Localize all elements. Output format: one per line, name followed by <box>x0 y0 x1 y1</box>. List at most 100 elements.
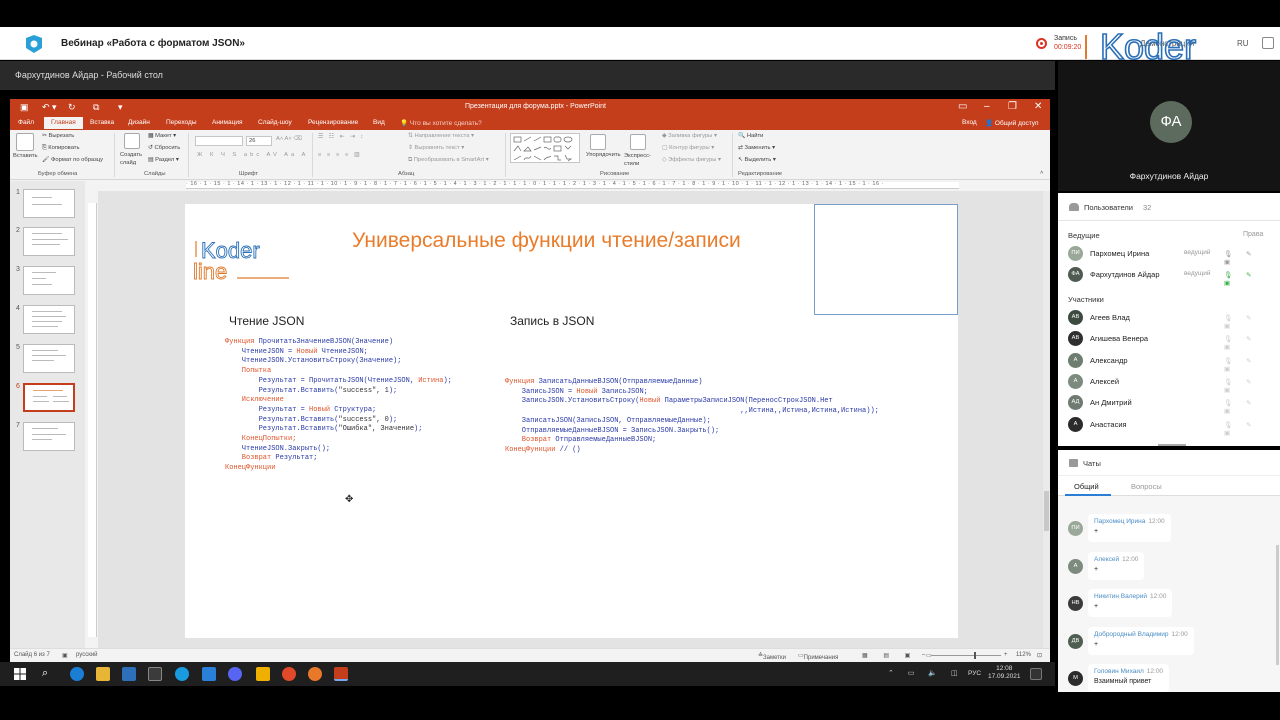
new-slide-icon[interactable] <box>124 133 140 149</box>
zoom-level[interactable]: 112% <box>1016 652 1031 658</box>
host-item[interactable]: ФА Фархутдинов Айдар ведущий 🎙 ✎ ▣ <box>1068 266 1273 287</box>
shape-effects-button[interactable]: ◇ Эффекты фигуры ▾ <box>662 157 721 163</box>
edge-icon[interactable] <box>70 667 84 681</box>
user-permission-icons[interactable]: 🎙 ✎ ▣ <box>1224 357 1273 373</box>
tab-design[interactable]: Дизайн <box>128 119 150 126</box>
user-permission-icons[interactable]: 🎙 ✎ ▣ <box>1224 421 1273 437</box>
slide-thumbnail-2[interactable] <box>23 227 75 256</box>
zoom-slider[interactable] <box>931 655 1001 656</box>
app-icon-3[interactable] <box>202 667 216 681</box>
notes-button[interactable]: ≙ Заметки <box>758 652 786 661</box>
keyboard-language[interactable]: РУС <box>968 670 981 677</box>
chat-tab-general[interactable]: Общий <box>1074 482 1099 491</box>
find-button[interactable]: 🔍 Найти <box>738 133 763 139</box>
new-slide-button[interactable]: Создать слайд <box>120 151 146 167</box>
shape-outline-button[interactable]: ▢ Контур фигуры ▾ <box>662 145 714 151</box>
tab-slideshow[interactable]: Слайд-шоу <box>258 119 292 126</box>
chat-message[interactable]: ПИ Пархомец Ирина 12:00 + <box>1066 514 1171 544</box>
font-family-combo[interactable] <box>195 136 243 146</box>
tab-transitions[interactable]: Переходы <box>166 119 197 126</box>
tab-review[interactable]: Рецензирование <box>308 119 358 126</box>
message-author[interactable]: Алексей <box>1094 556 1119 563</box>
section-button[interactable]: ▤ Раздел ▾ <box>148 157 179 163</box>
comments-button[interactable]: ▭ Примечания <box>798 652 838 661</box>
tab-animations[interactable]: Анимация <box>212 119 243 126</box>
tab-home[interactable]: Главная <box>44 117 83 129</box>
maximize-icon[interactable]: ❐ <box>1008 101 1017 112</box>
participant-item[interactable]: А Александр 🎙 ✎ ▣ <box>1068 352 1273 373</box>
notifications-icon[interactable] <box>1030 668 1042 680</box>
cut-button[interactable]: ✂ Вырезать <box>42 133 74 139</box>
save-icon[interactable]: ▣ <box>20 102 29 113</box>
font-size-up-icon[interactable]: A˄ A˅ ⌫ <box>276 136 302 142</box>
align-text-button[interactable]: ⇕ Выровнять текст ▾ <box>408 145 464 151</box>
slide-scrollbar[interactable] <box>1043 191 1050 648</box>
convert-smartart-button[interactable]: ⧉ Преобразовать в SmartArt ▾ <box>408 157 489 164</box>
app-icon-4[interactable] <box>308 667 322 681</box>
powerpoint-icon[interactable] <box>334 667 348 681</box>
app-icon-1[interactable] <box>122 667 136 681</box>
quick-styles-button[interactable]: Экспресс-стили <box>624 152 656 168</box>
spellcheck-icon[interactable]: ▣ <box>62 652 68 659</box>
user-permission-icons[interactable]: 🎙 ✎ ▣ <box>1224 399 1273 415</box>
search-icon[interactable]: ⌕ <box>42 667 56 681</box>
tell-me-input[interactable]: 💡 Что вы хотите сделать? <box>400 119 482 127</box>
chrome-icon[interactable] <box>282 667 296 681</box>
1c-icon[interactable] <box>256 667 270 681</box>
participant-item[interactable]: А Анастасия 🎙 ✎ ▣ <box>1068 416 1273 437</box>
discord-icon[interactable] <box>228 667 242 681</box>
windows-start-icon[interactable] <box>14 668 26 680</box>
chat-message[interactable]: НВ Никитин Валерий 12:00 + <box>1066 589 1173 619</box>
close-icon[interactable]: ✕ <box>1034 101 1042 112</box>
tab-insert[interactable]: Вставка <box>90 119 114 126</box>
scrollbar-thumb[interactable] <box>1044 491 1049 531</box>
chat-message[interactable]: ДВ Доброродный Владимир 12:00 + <box>1066 626 1194 657</box>
slide-thumbnail-5[interactable] <box>23 344 75 373</box>
start-slideshow-icon[interactable]: ⧉ <box>93 102 99 113</box>
message-author[interactable]: Никитин Валерий <box>1094 593 1147 600</box>
host-item[interactable]: ПИ Пархомец Ирина ведущий 🎙 ✎ ▣ <box>1068 245 1273 266</box>
collapse-ribbon-icon[interactable]: ˄ <box>1040 170 1043 176</box>
user-permission-icons[interactable]: 🎙 ✎ ▣ <box>1224 378 1273 394</box>
share-button[interactable]: 👤 Общий доступ <box>985 119 1039 127</box>
slide-thumbnail-7[interactable] <box>23 422 75 451</box>
participant-item[interactable]: АВ Агеев Влад 🎙 ✎ ▣ <box>1068 309 1273 330</box>
arrange-button[interactable]: Упорядочить <box>586 152 621 158</box>
exit-icon[interactable] <box>1262 37 1274 49</box>
user-permission-icons[interactable]: 🎙 ✎ ▣ <box>1224 335 1273 351</box>
slide-thumbnail-1[interactable] <box>23 189 75 218</box>
replace-button[interactable]: ⇄ Заменить ▾ <box>738 145 775 151</box>
chat-tab-questions[interactable]: Вопросы <box>1131 482 1162 491</box>
message-author[interactable]: Доброродный Владимир <box>1094 631 1169 638</box>
chat-scrollbar[interactable] <box>1276 545 1279 665</box>
quick-styles-icon[interactable] <box>630 134 646 150</box>
chat-message[interactable]: А Алексей 12:00 + <box>1066 551 1166 582</box>
layout-button[interactable]: ▦ Макет ▾ <box>148 133 176 139</box>
alignment-buttons[interactable]: ≡ ≡ ≡ ≡ ▥ <box>318 152 361 158</box>
message-author[interactable]: Головин Михаил <box>1094 668 1144 675</box>
undo-icon[interactable]: ↶ ▾ <box>42 102 57 113</box>
file-explorer-icon[interactable] <box>96 667 110 681</box>
font-style-buttons[interactable]: Ж К Ч S abc AV Aa A <box>197 152 308 158</box>
sign-in-link[interactable]: Вход <box>962 119 977 126</box>
font-size-combo[interactable]: 26 <box>246 136 272 146</box>
record-icon[interactable] <box>1036 38 1047 49</box>
slide-placeholder-box[interactable] <box>814 204 958 315</box>
fit-slide-icon[interactable]: ⊡ <box>1037 652 1042 659</box>
user-permission-icons[interactable]: 🎙 ✎ ▣ <box>1224 271 1273 287</box>
chat-message[interactable]: М Головин Михаил 12:00 Взаимный привет <box>1066 664 1170 694</box>
shape-fill-button[interactable]: ◆ Заливка фигуры ▾ <box>662 133 717 139</box>
ribbon-display-icon[interactable]: ▭ <box>958 101 967 112</box>
paste-button[interactable]: Вставить <box>13 153 38 159</box>
write-json-heading[interactable]: Запись в JSON <box>510 314 594 328</box>
current-slide[interactable]: Koder line Универсальные функции чтение/… <box>185 204 958 638</box>
read-json-code[interactable]: Функция ПрочитатьЗначениеВJSON(Значение)… <box>225 338 452 474</box>
zoom-slider-thumb[interactable] <box>974 652 976 659</box>
read-json-heading[interactable]: Чтение JSON <box>229 314 304 328</box>
skype-icon[interactable] <box>175 667 189 681</box>
message-author[interactable]: Пархомец Ирина <box>1094 518 1145 525</box>
minimize-icon[interactable]: – <box>984 101 990 112</box>
participant-item[interactable]: АД Ан Дмитрий 🎙 ✎ ▣ <box>1068 394 1273 415</box>
format-painter-button[interactable]: 🖌 Формат по образцу <box>42 157 103 163</box>
users-resize-handle[interactable] <box>1158 444 1186 446</box>
